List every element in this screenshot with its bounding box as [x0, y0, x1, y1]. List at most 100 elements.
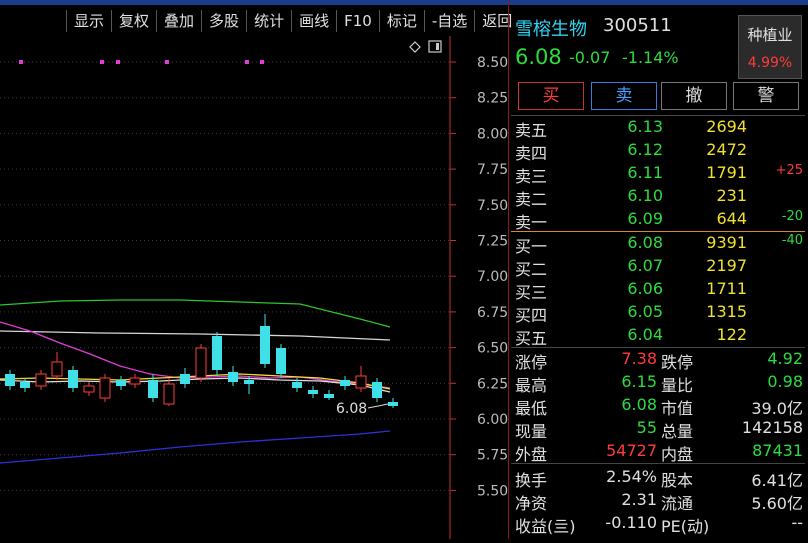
bid-volume: 122 [716, 325, 747, 344]
toolbar-display[interactable]: 显示 [66, 10, 111, 32]
stat-value: -- [791, 513, 803, 532]
chart-corner-icons[interactable] [409, 40, 442, 53]
stat-value: 6.08 [621, 395, 657, 414]
event-markers [19, 60, 264, 64]
candle-body [195, 347, 207, 379]
stat-value: 54727 [606, 441, 657, 460]
ask-label: 卖一 [515, 213, 548, 232]
candle-body [388, 402, 398, 406]
kline-chart[interactable]: 8.50 8.25 8.00 7.75 7.50 7.25 7.00 6.75 6.50 6.25… [0, 36, 508, 539]
candle-body [276, 348, 286, 374]
candlesticks [5, 314, 398, 408]
candle-body [340, 380, 350, 386]
price-tick-label: 5.75 [477, 448, 508, 464]
toolbar-statistics[interactable]: 统计 [246, 10, 291, 32]
ask-label: 卖三 [515, 167, 548, 186]
stat-value: 6.41亿 [751, 471, 803, 490]
candle-body [99, 377, 111, 399]
event-marker [19, 60, 23, 64]
ask-label: 卖四 [515, 144, 548, 163]
stock-code: 300511 [603, 15, 672, 36]
sell-button[interactable]: 卖 [591, 82, 657, 110]
cancel-order-button[interactable]: 撤 [661, 82, 727, 110]
bid-label: 买一 [515, 237, 548, 256]
bid-label: 买二 [515, 260, 548, 279]
bid-label: 买四 [515, 306, 548, 325]
stat-label: 跌停 [661, 353, 694, 372]
stat-label: 最高 [515, 376, 548, 395]
price-tick-label: 8.50 [477, 55, 508, 71]
stats-row: 换手 2.54% 股本 6.41亿 [515, 467, 803, 490]
price-tick-label: 8.25 [477, 91, 508, 107]
toolbar-remove-watchlist[interactable]: -自选 [423, 10, 474, 32]
current-price: 6.08 [515, 45, 562, 69]
price-tick-label: 6.00 [477, 412, 508, 428]
candle-body [35, 373, 47, 387]
toolbar-overlay[interactable]: 叠加 [156, 10, 201, 32]
stat-label: 量比 [661, 376, 694, 395]
sector-name: 种植业 [747, 26, 793, 44]
kline-svg: 8.50 8.25 8.00 7.75 7.50 7.25 7.00 6.75 6.50 6.25… [0, 36, 508, 539]
sector-pct: 4.99% [747, 55, 793, 71]
toolbar-mark[interactable]: 标记 [378, 10, 424, 32]
stat-label: 流通 [661, 494, 694, 513]
price-change: -0.07 [569, 48, 611, 67]
stats-row: 收益(亖) -0.110 PE(动) -- [515, 513, 803, 536]
toolbar-draw-line[interactable]: 画线 [291, 10, 336, 32]
alert-button[interactable]: 警 [733, 82, 799, 110]
candle-body [372, 382, 382, 398]
price-tick-label: 7.00 [477, 269, 508, 285]
toolbar-f10[interactable]: F10 [336, 10, 379, 32]
ask-row: 卖三 6.11 1791 +25 [515, 163, 803, 186]
stock-name: 雪榕生物 [515, 19, 587, 40]
candle-body [355, 375, 367, 389]
candle-body [244, 380, 254, 384]
ask-price: 6.13 [627, 117, 663, 136]
bid-row: 买一 6.08 9391 -40 [515, 233, 803, 256]
price-tick-label: 6.50 [477, 341, 508, 357]
ask-label: 卖五 [515, 121, 548, 140]
candle-body [83, 385, 95, 393]
stat-value: 2.31 [621, 490, 657, 509]
ask-change: +25 [775, 163, 803, 178]
ma-line-light [0, 377, 391, 393]
ask-volume: 1791 [706, 163, 747, 182]
stats-row: 净资 2.31 流通 5.60亿 [515, 490, 803, 513]
bid-price: 6.04 [627, 325, 663, 344]
stat-value: 55 [636, 418, 657, 437]
event-marker [116, 60, 120, 64]
stat-value: 7.38 [621, 349, 657, 368]
sector-badge[interactable]: 种植业 4.99% [738, 15, 802, 79]
panel-toggle-icon[interactable] [428, 40, 442, 53]
stat-value: 5.60亿 [751, 494, 803, 513]
moving-average-lines [0, 299, 391, 464]
bid-price: 6.06 [627, 279, 663, 298]
diamond-icon[interactable] [409, 41, 421, 53]
chart-toolbar: 显示 复权 叠加 多股 统计 画线 F10 标记 -自选 返回 [66, 10, 519, 32]
candle-body [212, 336, 222, 370]
stats-row: 现量 55 总量 142158 [515, 418, 803, 441]
stat-label: 股本 [661, 471, 694, 490]
bid-volume: 2197 [706, 256, 747, 275]
stat-value: 4.92 [767, 349, 803, 368]
candle-body [51, 361, 63, 377]
event-marker [245, 60, 249, 64]
divider-line [511, 463, 805, 464]
ask-row: 卖五 6.13 2694 [515, 117, 803, 140]
candle-body [324, 394, 334, 398]
candle-body [308, 390, 318, 394]
price-tick-label: 6.75 [477, 305, 508, 321]
stat-value: -0.110 [605, 513, 657, 532]
panel-toggle-icon-fill [436, 43, 439, 50]
buy-button[interactable]: 买 [518, 82, 584, 110]
stat-label: 净资 [515, 494, 548, 513]
ask-price: 6.10 [627, 186, 663, 205]
price-axis: 8.50 8.25 8.00 7.75 7.50 7.25 7.00 6.75 6.50 6.25… [0, 36, 508, 539]
toolbar-adjust[interactable]: 复权 [111, 10, 156, 32]
divider-line [511, 115, 805, 116]
toolbar-multi-stock[interactable]: 多股 [201, 10, 246, 32]
price-tick-label: 7.75 [477, 162, 508, 178]
stat-value: 6.15 [621, 372, 657, 391]
price-tick-label: 5.50 [477, 483, 508, 499]
bid-volume: 1711 [706, 279, 747, 298]
